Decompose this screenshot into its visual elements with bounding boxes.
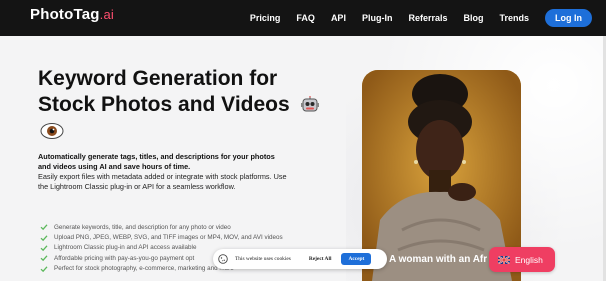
hero-headline-text: Keyword Generation for Stock Photos and … — [38, 67, 290, 116]
check-icon — [40, 245, 48, 252]
cookie-message: This website uses cookies — [235, 256, 291, 262]
accept-button[interactable]: Accept — [341, 253, 372, 265]
nav-link-plugin[interactable]: Plug-In — [362, 13, 393, 23]
logo[interactable]: PhotoTag.ai — [30, 6, 114, 23]
logo-text: PhotoTag — [30, 6, 100, 23]
check-icon — [40, 234, 48, 241]
feature-text: Generate keywords, title, and descriptio… — [54, 223, 231, 231]
nav-link-referrals[interactable]: Referrals — [408, 13, 447, 23]
uk-flag-icon — [498, 255, 510, 264]
reject-all-button[interactable]: Reject All — [309, 256, 332, 262]
cookie-icon — [218, 254, 228, 264]
feature-text: Upload PNG, JPEG, WEBP, SVG, and TIFF im… — [54, 234, 283, 242]
hero-subhead: Automatically generate tags, titles, and… — [38, 152, 275, 171]
top-navbar: PhotoTag.ai Pricing FAQ API Plug-In Refe… — [0, 0, 606, 36]
nav-link-blog[interactable]: Blog — [463, 13, 483, 23]
login-button[interactable]: Log In — [545, 9, 592, 27]
check-icon — [40, 224, 48, 231]
feature-text: Lightroom Classic plug-in and API access… — [54, 244, 197, 252]
nav-link-faq[interactable]: FAQ — [296, 13, 315, 23]
nav-link-api[interactable]: API — [331, 13, 346, 23]
eye-emoji-icon — [40, 123, 64, 139]
logo-suffix: .ai — [99, 7, 114, 22]
check-icon — [40, 255, 48, 262]
nav-link-pricing[interactable]: Pricing — [250, 13, 281, 23]
hero-description: Easily export files with metadata added … — [38, 172, 287, 191]
language-selector[interactable]: English — [489, 247, 555, 272]
cookie-banner: This website uses cookies Reject All Acc… — [213, 249, 387, 269]
list-item: Upload PNG, JPEG, WEBP, SVG, and TIFF im… — [40, 232, 340, 242]
feature-text: Affordable pricing with pay-as-you-go pa… — [54, 254, 195, 262]
feature-text: Perfect for stock photography, e-commerc… — [54, 265, 234, 273]
check-icon — [40, 266, 48, 272]
list-item: Generate keywords, title, and descriptio… — [40, 222, 340, 232]
nav-links: Pricing FAQ API Plug-In Referrals Blog T… — [250, 0, 606, 36]
nav-link-trends[interactable]: Trends — [499, 13, 529, 23]
language-label: English — [515, 254, 543, 265]
robot-emoji-icon — [300, 96, 319, 112]
hero-headline: Keyword Generation for Stock Photos and … — [38, 66, 338, 144]
